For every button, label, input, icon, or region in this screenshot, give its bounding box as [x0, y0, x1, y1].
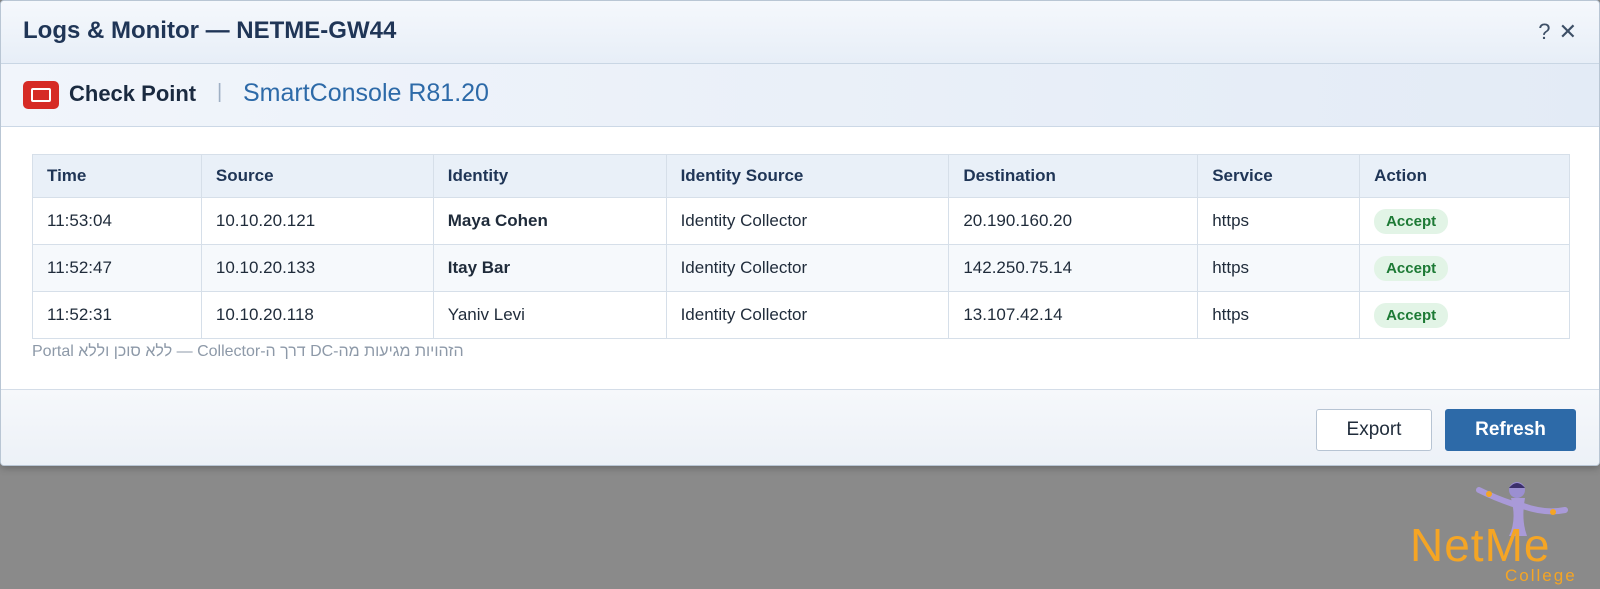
cell-service: https: [1197, 244, 1361, 292]
dialog-footer: Export Refresh: [1, 390, 1599, 465]
column-header-service[interactable]: Service: [1197, 154, 1361, 198]
table-row[interactable]: 11:52:31 10.10.20.118 Yaniv Levi Identit…: [32, 291, 1570, 339]
cell-identity: Maya Cohen: [432, 197, 667, 245]
cell-identity-source: Identity Collector: [665, 197, 950, 245]
cell-destination: 13.107.42.14: [948, 291, 1199, 339]
column-header-destination[interactable]: Destination: [948, 154, 1199, 198]
cell-service: https: [1197, 197, 1361, 245]
accept-badge: Accept: [1374, 302, 1449, 328]
column-header-identity[interactable]: Identity: [432, 154, 667, 198]
identity-source-note: הזהויות מגיעות מה-DC דרך ה-Collector — ל…: [32, 343, 464, 360]
brand-separator: |: [217, 81, 223, 103]
cell-destination: 142.250.75.14: [948, 244, 1199, 292]
cell-action: Accept: [1359, 197, 1570, 245]
dialog-title-bar: Logs & Monitor — NETME-GW44 ? ✕: [1, 1, 1599, 64]
cell-source: 10.10.20.133: [200, 244, 434, 292]
cell-service: https: [1197, 291, 1361, 339]
window-controls: ? ✕: [1536, 19, 1577, 45]
cell-time: 11:52:31: [32, 291, 202, 339]
dialog-title: Logs & Monitor — NETME-GW44: [23, 17, 397, 44]
close-icon[interactable]: ✕: [1559, 19, 1577, 44]
cell-time: 11:53:04: [32, 197, 202, 245]
cell-source: 10.10.20.118: [200, 291, 434, 339]
cell-identity: Itay Bar: [432, 244, 667, 292]
vendor-name: Check Point: [69, 81, 197, 106]
check-point-logo-icon: [23, 81, 59, 109]
column-header-time[interactable]: Time: [32, 154, 202, 198]
accept-badge: Accept: [1374, 208, 1449, 234]
cell-identity-source: Identity Collector: [665, 244, 950, 292]
watermark-text: NetMe: [1410, 519, 1551, 571]
netme-college-watermark: NetMe College: [1405, 480, 1600, 589]
accept-badge: Accept: [1374, 255, 1449, 281]
cell-action: Accept: [1359, 244, 1570, 292]
column-header-action[interactable]: Action: [1359, 154, 1570, 198]
cell-time: 11:52:47: [32, 244, 202, 292]
column-header-identity-source[interactable]: Identity Source: [665, 154, 950, 198]
refresh-button[interactable]: Refresh: [1445, 409, 1576, 451]
column-header-source[interactable]: Source: [200, 154, 434, 198]
cell-source: 10.10.20.121: [200, 197, 434, 245]
table-header-row: Time Source Identity Identity Source Des…: [32, 154, 1570, 198]
export-button[interactable]: Export: [1316, 409, 1432, 451]
product-name: SmartConsole R81.20: [243, 79, 489, 107]
watermark-subtext: College: [1505, 566, 1577, 585]
logs-table: Time Source Identity Identity Source Des…: [32, 154, 1570, 339]
cell-identity: Yaniv Levi: [432, 291, 667, 339]
help-icon[interactable]: ?: [1538, 19, 1550, 44]
cell-identity-source: Identity Collector: [665, 291, 950, 339]
cell-action: Accept: [1359, 291, 1570, 339]
cell-destination: 20.190.160.20: [948, 197, 1199, 245]
table-row[interactable]: 11:53:04 10.10.20.121 Maya Cohen Identit…: [32, 197, 1570, 245]
table-row[interactable]: 11:52:47 10.10.20.133 Itay Bar Identity …: [32, 244, 1570, 292]
logs-monitor-dialog: Logs & Monitor — NETME-GW44 ? ✕ Check Po…: [0, 0, 1600, 466]
brand-bar: Check Point | SmartConsole R81.20: [1, 64, 1599, 127]
log-content: Time Source Identity Identity Source Des…: [1, 127, 1599, 390]
